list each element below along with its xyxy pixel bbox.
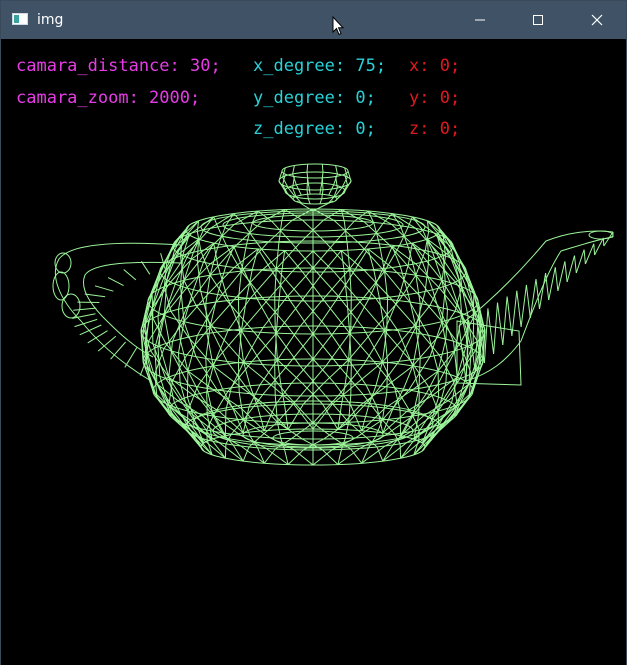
maximize-button[interactable] [509, 1, 567, 39]
close-icon [591, 14, 603, 26]
minimize-button[interactable] [451, 1, 509, 39]
camera-zoom-readout: camara_zoom: 2000; [16, 88, 201, 108]
z-degree-readout: z_degree: 0; [253, 119, 376, 139]
app-window: img camara_distance: 30; camara_zoom: 20… [0, 0, 627, 665]
y-degree-readout: y_degree: 0; [253, 88, 376, 108]
app-window-icon [12, 13, 28, 25]
minimize-icon [475, 19, 485, 21]
title-bar[interactable]: img [1, 1, 626, 39]
close-button[interactable] [568, 1, 626, 39]
maximize-icon [533, 15, 543, 25]
x-degree-readout: x_degree: 75; [253, 56, 387, 76]
window-title: img [37, 12, 64, 28]
camera-distance-readout: camara_distance: 30; [16, 56, 221, 76]
mouse-cursor-icon [332, 16, 344, 36]
x-position-readout: x: 0; [409, 56, 461, 76]
z-position-readout: z: 0; [409, 119, 461, 139]
y-position-readout: y: 0; [409, 88, 461, 108]
